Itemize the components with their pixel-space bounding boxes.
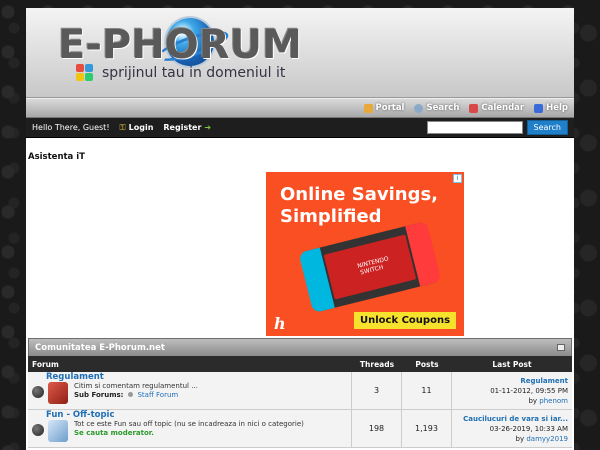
search-button[interactable]: Search [526,120,568,135]
page-wrapper: E-PHORUM sprijinul tau in domeniul it Po… [26,8,574,450]
last-post-user[interactable]: phenom [539,397,568,405]
site-header: E-PHORUM sprijinul tau in domeniul it [26,8,574,98]
ad-info-icon[interactable]: i [453,174,462,183]
switch-screen: NINTENDO SWITCH [323,234,417,300]
forum-description: Tot ce este Fun sau off topic (nu se inc… [74,420,304,428]
category-header: Comunitatea E-Phorum.net [28,338,572,356]
forum-category: Comunitatea E-Phorum.net Forum Threads P… [28,338,572,448]
last-post-by: by [528,397,538,405]
tagline-icon [76,64,96,82]
nav-help-label: Help [546,103,568,113]
calendar-icon [469,103,479,113]
last-post: Regulament 01-11-2012, 09:55 PM by pheno… [452,372,572,409]
nav-calendar-label: Calendar [481,103,525,113]
book-icon [48,382,68,404]
search-icon [414,103,424,113]
forum-cell: Regulament Citim si comentam regulamentu… [28,372,352,409]
posts-count: 1,193 [402,410,452,447]
nav-portal-label: Portal [375,103,405,113]
fun-book-icon [48,420,68,442]
user-bar: Hello There, Guest! ⚿ Login Register ➔ S… [26,118,574,138]
moderator-note: Se cauta moderator. [74,429,154,437]
col-threads: Threads [359,359,395,369]
col-last-post: Last Post [492,359,532,369]
ad-headline-2: Simplified [280,206,382,227]
col-posts: Posts [415,359,439,369]
collapse-icon[interactable] [557,344,565,351]
nav-portal[interactable]: Portal [363,103,405,113]
top-navbar: Portal Search Calendar Help [26,98,574,118]
last-post: Caucilucuri de vara si iar... 03-26-2019… [452,410,572,447]
page-title: Asistenta iT [28,152,85,162]
subforums-label: Sub Forums: [74,391,124,399]
search-form: Search [426,120,568,135]
subforum-icon [128,392,134,397]
forum-cell: Fun - Off-topic Tot ce este Fun sau off … [28,410,352,447]
portal-icon [363,103,373,113]
last-post-date: 01-11-2012, 09:55 PM [490,387,568,395]
ad-headline-1: Online Savings, [280,184,439,205]
site-tagline: sprijinul tau in domeniul it [102,65,286,81]
category-title[interactable]: Comunitatea E-Phorum.net [35,343,165,353]
register-link[interactable]: Register [163,123,201,132]
nav-calendar[interactable]: Calendar [469,103,524,113]
ad-brand-logo: h [274,314,286,333]
last-post-by: by [515,435,525,443]
forum-status-icon [32,386,44,398]
forum-title[interactable]: Regulament [46,372,104,382]
help-icon [534,103,544,113]
table-row: Regulament Citim si comentam regulamentu… [28,372,572,410]
last-post-user[interactable]: damyy2019 [526,435,568,443]
table-row: Fun - Off-topic Tot ce este Fun sau off … [28,410,572,448]
key-icon: ⚿ [119,122,126,132]
subforums: Sub Forums: Staff Forum [74,391,178,399]
subforum-link[interactable]: Staff Forum [137,391,178,399]
login-link[interactable]: Login [129,123,154,132]
last-post-title[interactable]: Regulament [452,376,568,386]
forum-title[interactable]: Fun - Off-topic [46,410,115,420]
nav-search[interactable]: Search [414,103,459,113]
advertisement[interactable]: i Online Savings, Simplified NINTENDO SW… [266,172,464,336]
switch-logo: NINTENDO SWITCH [356,255,390,277]
last-post-date: 03-26-2019, 10:33 AM [489,425,568,433]
forum-description: Citim si comentam regulamentul ... [74,382,198,390]
site-logo[interactable]: E-PHORUM [58,22,302,68]
nav-help[interactable]: Help [534,103,568,113]
nav-search-label: Search [426,103,460,113]
search-input[interactable] [426,121,523,134]
last-post-title[interactable]: Caucilucuri de vara si iar... [452,414,568,424]
posts-count: 11 [402,372,452,409]
forum-status-icon [32,424,44,436]
unlock-coupons-button[interactable]: Unlock Coupons [354,312,457,329]
table-header: Forum Threads Posts Last Post [28,356,572,372]
nintendo-switch-image: NINTENDO SWITCH [298,220,442,314]
threads-count: 3 [352,372,402,409]
arrow-right-icon: ➔ [204,123,212,132]
guest-greeting: Hello There, Guest! [32,123,110,132]
col-forum: Forum [32,359,59,369]
threads-count: 198 [352,410,402,447]
